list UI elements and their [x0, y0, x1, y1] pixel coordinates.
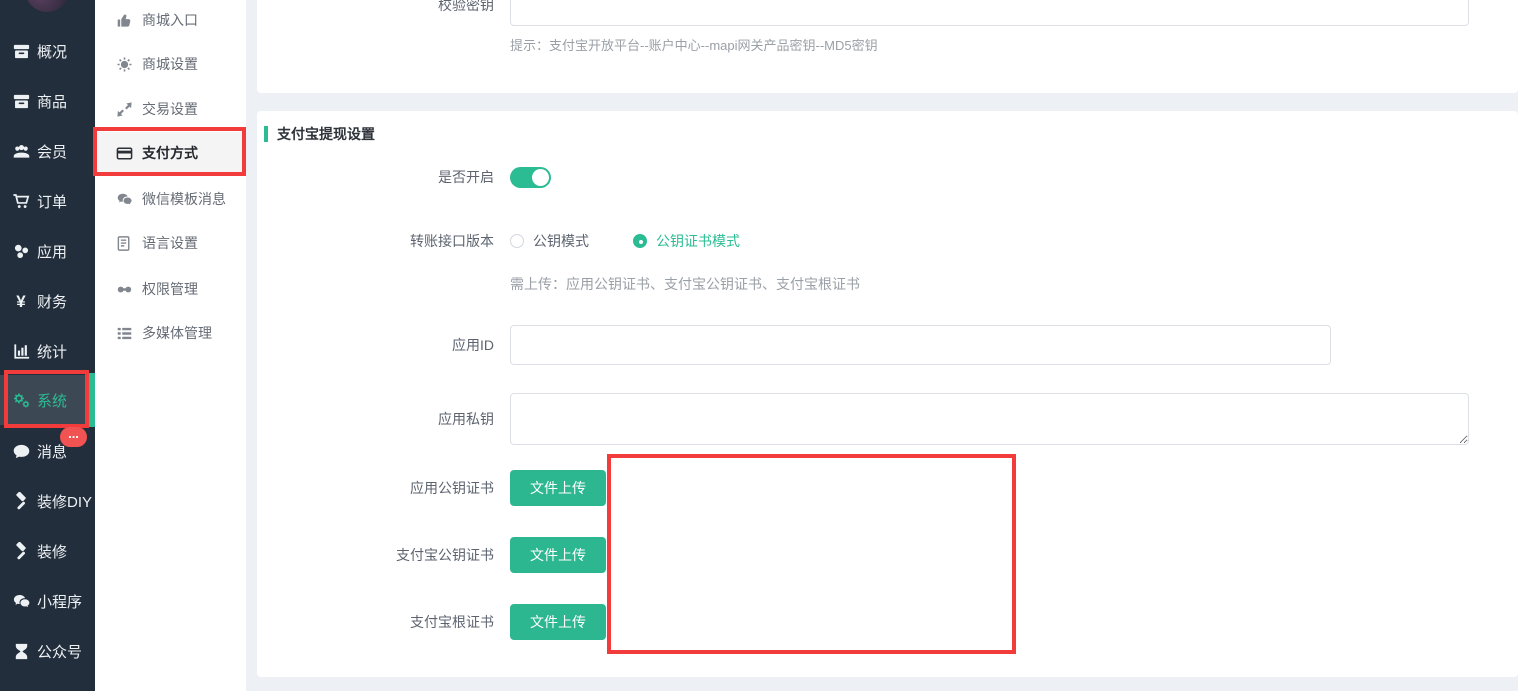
verify-key-card: 校验密钥 提示：支付宝开放平台--账户中心--mapi网关产品密钥--MD5密钥: [257, 0, 1518, 93]
sidebar-item-label: 系统: [37, 392, 68, 410]
shop-entry-icon: [115, 11, 133, 29]
verify-key-hint: 提示：支付宝开放平台--账户中心--mapi网关产品密钥--MD5密钥: [510, 38, 878, 53]
verify-key-label: 校验密钥: [438, 0, 494, 13]
payment-method-icon: [115, 144, 133, 162]
sidebar-item-goods[interactable]: 商品: [0, 76, 95, 126]
sidebar-item-fitment[interactable]: 装修: [0, 526, 95, 576]
menu-item-wechat-template[interactable]: 微信模板消息: [95, 177, 246, 221]
sidebar-item-orders[interactable]: 订单: [0, 176, 95, 226]
sidebar-item-apps[interactable]: 应用: [0, 226, 95, 276]
diy-hammer-icon: [11, 491, 31, 511]
sidebar-item-members[interactable]: 会员: [0, 126, 95, 176]
menu-item-label: 商城设置: [142, 56, 198, 72]
version-hint: 需上传：应用公钥证书、支付宝公钥证书、支付宝根证书: [510, 276, 860, 292]
toggle-knob: [532, 168, 549, 186]
media-manage-icon: [115, 324, 133, 342]
menu-item-label: 商城入口: [142, 12, 198, 28]
sidebar-item-label: 概况: [37, 43, 68, 61]
sidebar-item-system[interactable]: 系统: [0, 373, 95, 427]
menu-item-label: 语言设置: [142, 235, 198, 251]
app-id-label: 应用ID: [452, 337, 494, 353]
alipay-public-cert-upload-button[interactable]: 文件上传: [510, 537, 606, 573]
menu-item-language-settings[interactable]: 语言设置: [95, 221, 246, 265]
miniprogram-icon: [11, 591, 31, 611]
sidebar-item-finance[interactable]: ¥ 财务: [0, 276, 95, 326]
sidebar-item-label: 会员: [37, 143, 68, 161]
menu-item-payment-method[interactable]: 支付方式: [95, 132, 246, 174]
overview-icon: [11, 41, 31, 61]
sidebar-item-label: 财务: [37, 293, 68, 311]
permission-icon: [115, 280, 133, 298]
system-icon: [11, 390, 31, 410]
verify-key-input[interactable]: [510, 0, 1469, 26]
enable-label: 是否开启: [438, 169, 494, 185]
members-icon: [11, 141, 31, 161]
sidebar-item-label: 商品: [37, 93, 68, 111]
menu-item-label: 微信模板消息: [142, 191, 226, 207]
sidebar-item-diy[interactable]: 装修DIY: [0, 476, 95, 526]
radio-option-cert-mode[interactable]: 公钥证书模式: [633, 231, 740, 251]
menu-item-label: 多媒体管理: [142, 325, 212, 341]
wechat-template-icon: [115, 190, 133, 208]
radio-unselected-icon: [510, 234, 524, 248]
goods-icon: [11, 91, 31, 111]
sidebar-item-official-account[interactable]: 公众号: [0, 626, 95, 676]
avatar[interactable]: [25, 0, 69, 12]
sidebar-item-label: 应用: [37, 243, 68, 261]
radio-option-public-key[interactable]: 公钥模式: [510, 231, 589, 251]
section-title: 支付宝提现设置: [277, 126, 375, 142]
sidebar-item-stats[interactable]: 统计: [0, 326, 95, 376]
section-header: 支付宝提现设置: [264, 124, 375, 144]
official-account-icon: [11, 641, 31, 661]
message-count-badge: ...: [60, 427, 87, 447]
apps-icon: [11, 241, 31, 261]
alipay-root-cert-upload-button[interactable]: 文件上传: [510, 604, 606, 640]
menu-item-label: 权限管理: [142, 281, 198, 297]
sidebar-item-label: 装修DIY: [37, 493, 93, 511]
shop-settings-icon: [115, 55, 133, 73]
section-accent-bar: [264, 126, 268, 142]
menu-item-label: 支付方式: [142, 145, 198, 161]
alipay-withdraw-card: 支付宝提现设置 是否开启 转账接口版本 公钥模式 公钥证书模式 需上传：应用公钥…: [257, 111, 1518, 677]
menu-item-shop-entry[interactable]: 商城入口: [95, 0, 246, 42]
fitment-hammer-icon: [11, 541, 31, 561]
language-settings-icon: [115, 234, 133, 252]
sidebar-item-overview[interactable]: 概况: [0, 26, 95, 76]
menu-item-shop-settings[interactable]: 商城设置: [95, 42, 246, 86]
menu-item-permission[interactable]: 权限管理: [95, 267, 246, 311]
message-icon: [11, 441, 31, 461]
secondary-menu: 商城入口 商城设置 交易设置 支付方式 微信模板消息 语言设置 权限管理 多媒体…: [95, 0, 246, 691]
enable-toggle[interactable]: [510, 166, 551, 188]
main-content: 校验密钥 提示：支付宝开放平台--账户中心--mapi网关产品密钥--MD5密钥…: [246, 0, 1518, 691]
sidebar-item-label: 统计: [37, 343, 68, 361]
admin-app: 概况 商品 会员 订单 应用 ¥ 财务 统计 系统 消息 装修DIY 装修 小程…: [0, 0, 1518, 691]
primary-sidebar: 概况 商品 会员 订单 应用 ¥ 财务 统计 系统 消息 装修DIY 装修 小程…: [0, 0, 95, 691]
upload-label: 应用公钥证书: [410, 480, 494, 496]
finance-icon: ¥: [16, 291, 26, 311]
app-public-cert-upload-button[interactable]: 文件上传: [510, 470, 606, 506]
sidebar-item-label: 公众号: [37, 643, 83, 661]
sidebar-item-miniprogram[interactable]: 小程序: [0, 576, 95, 626]
private-key-textarea[interactable]: [510, 393, 1469, 445]
private-key-label: 应用私钥: [438, 411, 494, 427]
sidebar-item-label: 订单: [37, 193, 68, 211]
stats-icon: [11, 341, 31, 361]
radio-selected-icon: [633, 234, 647, 248]
upload-label: 支付宝公钥证书: [396, 547, 494, 563]
version-label: 转账接口版本: [410, 233, 494, 249]
upload-label: 支付宝根证书: [410, 614, 494, 630]
menu-item-media-manage[interactable]: 多媒体管理: [95, 311, 246, 355]
app-id-input[interactable]: [510, 325, 1331, 365]
sidebar-item-label: 小程序: [37, 593, 83, 611]
menu-item-label: 交易设置: [142, 101, 198, 117]
orders-icon: [11, 191, 31, 211]
menu-item-trade-settings[interactable]: 交易设置: [95, 87, 246, 131]
sidebar-item-label: 装修: [37, 543, 68, 561]
trade-settings-icon: [115, 100, 133, 118]
